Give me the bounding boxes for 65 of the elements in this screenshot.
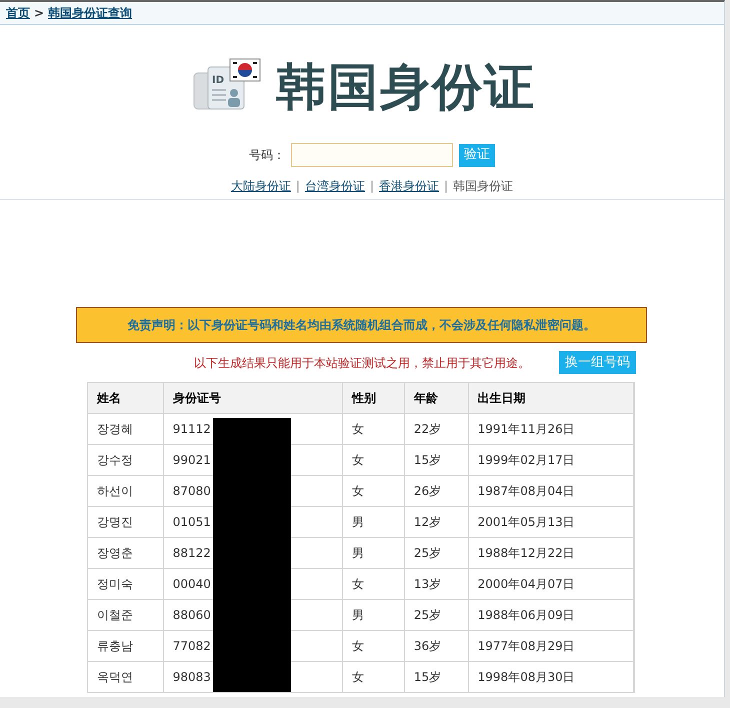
table-cell-text: 장경혜 (97, 421, 133, 438)
table-cell-text: 77082 (172, 638, 211, 655)
table-cell-text: 13岁 (414, 576, 442, 593)
table-cell-text: 98083 (172, 669, 211, 686)
breadcrumb-separator: > (34, 5, 44, 22)
table-cell-text: 이철준 (97, 607, 133, 624)
table-cell-text: 36岁 (414, 638, 442, 655)
usage-notice: 以下生成结果只能用于本站验证测试之用，禁止用于其它用途。 (194, 354, 530, 372)
table-cell-text: 25岁 (414, 545, 442, 562)
number-label: 号码： (249, 147, 285, 164)
table-cell-text: 女 (352, 638, 364, 655)
table-cell-text: 99021 (172, 452, 211, 469)
column-header: 身份证号 (164, 383, 344, 413)
table-cell-text: 1988年06月09日 (478, 607, 575, 624)
number-input-field[interactable] (291, 143, 453, 167)
table-cell-text: 12岁 (414, 514, 442, 531)
table-cell-text: 1987年08月04日 (478, 483, 575, 500)
table-cell-text: 91112 (172, 421, 211, 438)
table-cell-text: 女 (352, 576, 364, 593)
table-cell-text: 88060 (172, 607, 211, 624)
id-type-link[interactable]: 大陆身份证 (230, 177, 291, 195)
table-cell-text: 女 (352, 452, 364, 469)
table-cell-text: 강수정 (97, 452, 133, 469)
home-link[interactable]: 首页 (6, 4, 30, 22)
column-header: 姓名 (88, 383, 164, 413)
table-cell-text: 女 (352, 421, 364, 438)
table-cell-text: 22岁 (414, 421, 442, 438)
link-separator: | (444, 178, 448, 195)
id-type-link[interactable]: 台湾身份证 (304, 177, 365, 195)
link-separator: | (296, 178, 300, 195)
table-cell-text: 류충남 (97, 638, 133, 655)
table-cell-text: 정미숙 (97, 576, 133, 593)
table-cell-text: 1999年02月17日 (478, 452, 575, 469)
table-cell-text: 장영춘 (97, 545, 133, 562)
table-cell-text: 88122 (172, 545, 211, 562)
table-cell-text: 26岁 (414, 483, 442, 500)
table-cell-text: 1988年12月22日 (478, 545, 575, 562)
table-cell-text: 男 (352, 545, 364, 562)
table-cell-text: 1991年11月26日 (478, 421, 575, 438)
table-cell-text: 2001年05月13日 (478, 514, 575, 531)
column-header: 性别 (343, 383, 405, 413)
table-cell-text: 15岁 (414, 669, 442, 686)
column-header: 年龄 (404, 383, 469, 413)
table-cell-text: 25岁 (414, 607, 442, 624)
logo-title: 韩国身份证 (276, 62, 536, 112)
table-cell-text: 2000年04月07日 (478, 576, 575, 593)
breadcrumb-current-link[interactable]: 韩国身份证查询 (48, 4, 132, 22)
id-type-link[interactable]: 香港身份证 (379, 177, 440, 195)
table-cell-text: 1998年08月30日 (478, 669, 575, 686)
table-cell-text: 女 (352, 483, 364, 500)
table-cell-text: 01051 (172, 514, 211, 531)
table-cell-text: 옥덕연 (97, 669, 133, 686)
disclaimer-banner: 免责声明：以下身份证号码和姓名均由系统随机组合而成，不会涉及任何隐私泄密问题。 (76, 307, 647, 343)
column-header: 出生日期 (468, 383, 634, 413)
table-cell-text: 강명진 (97, 514, 133, 531)
table-cell-text: 00040 (172, 576, 211, 593)
table-cell-text: 87080 (172, 483, 211, 500)
table-cell-text: 15岁 (414, 452, 442, 469)
table-cell-text: 男 (352, 607, 364, 624)
link-separator: | (370, 178, 374, 195)
table-cell-text: 男 (352, 514, 364, 531)
table-cell-text: 하선이 (97, 483, 133, 500)
id-type-link[interactable]: 韩国身份证 (453, 177, 514, 195)
table-cell-text: 女 (352, 669, 364, 686)
table-cell-text: 1977年08月29日 (478, 638, 575, 655)
